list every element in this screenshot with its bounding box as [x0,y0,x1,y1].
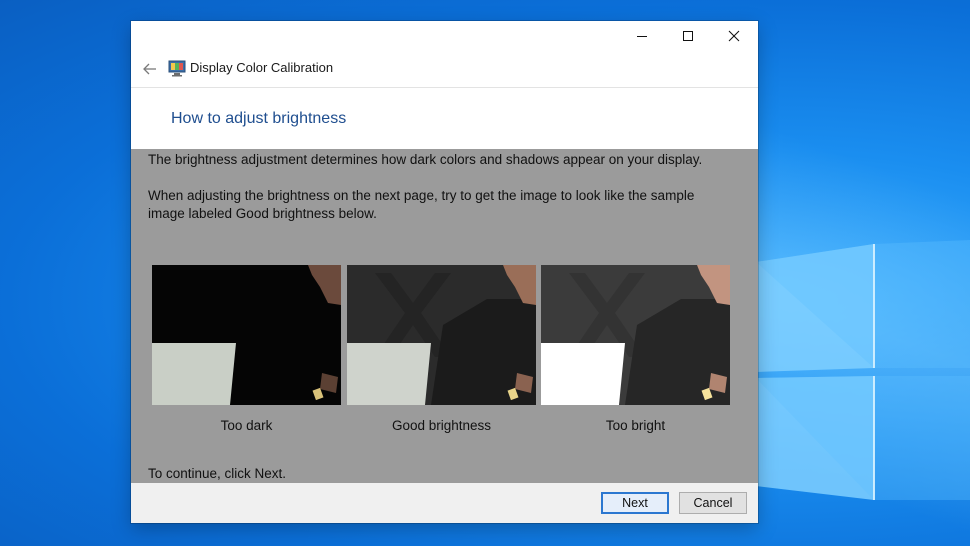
calibration-window: Display Color Calibration How to adjust … [131,21,758,523]
desktop: Display Color Calibration How to adjust … [0,0,970,546]
title-bar [131,21,758,51]
sample-label-good-brightness: Good brightness [391,418,492,433]
cancel-button[interactable]: Cancel [679,492,747,514]
sample-label-too-dark: Too dark [220,418,273,433]
sample-image-too-dark [152,265,341,405]
next-button[interactable]: Next [601,492,669,514]
page-header: How to adjust brightness [131,87,758,149]
maximize-icon [683,31,693,41]
maximize-button[interactable] [665,21,711,51]
instruction-paragraph: When adjusting the brightness on the nex… [148,188,695,221]
intro-paragraph: The brightness adjustment determines how… [148,152,703,167]
back-arrow-icon [143,63,156,75]
display-calibration-icon [168,60,186,77]
continue-instruction: To continue, click Next. [148,466,287,481]
button-bar: Next Cancel [131,483,758,523]
minimize-button[interactable] [619,21,665,51]
navigation-bar: Display Color Calibration [131,51,758,87]
sample-image-too-bright [541,265,730,405]
back-button[interactable] [137,57,163,81]
minimize-icon [637,36,647,37]
page-title: How to adjust brightness [171,110,347,127]
sample-label-too-bright: Too bright [605,418,666,433]
close-button[interactable] [711,21,757,51]
sample-image-good-brightness [347,265,536,405]
content-area: The brightness adjustment determines how… [131,149,758,483]
close-icon [728,30,740,42]
windows-logo-wallpaper [756,240,970,500]
window-title: Display Color Calibration [190,60,334,75]
